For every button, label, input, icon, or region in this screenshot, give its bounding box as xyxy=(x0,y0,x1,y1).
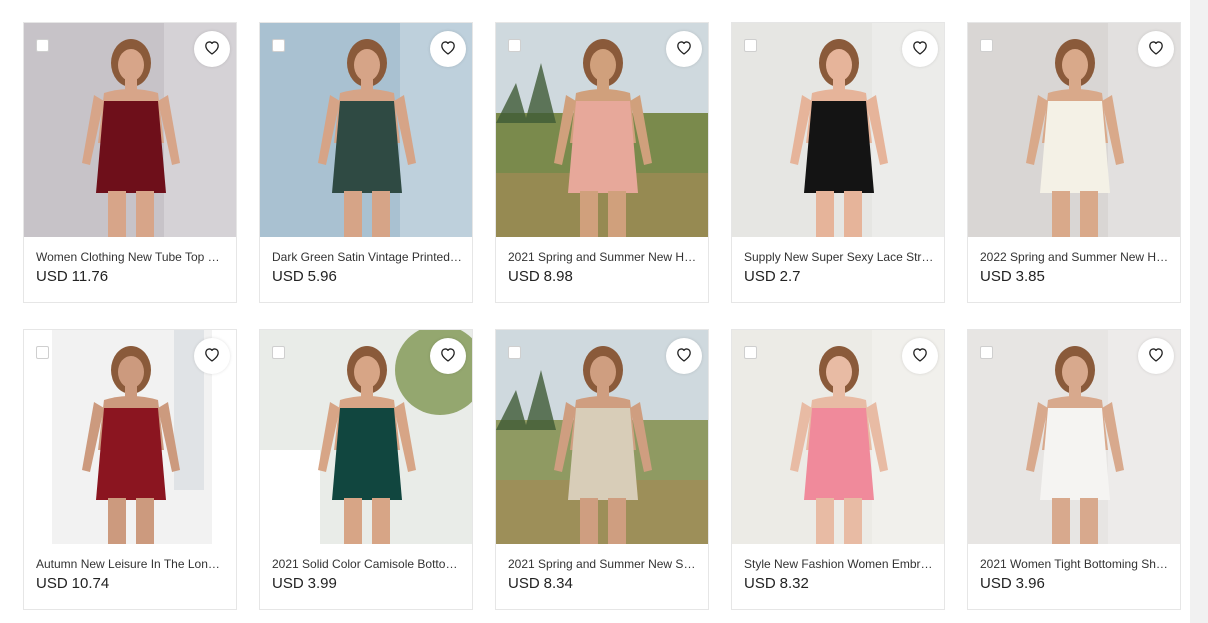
page-scrollbar[interactable] xyxy=(1190,0,1208,623)
product-info: Dark Green Satin Vintage Printed Slip Dr… xyxy=(272,247,462,287)
select-checkbox[interactable] xyxy=(272,39,285,52)
price-value: 5.96 xyxy=(307,268,337,285)
price-value: 2.7 xyxy=(779,268,801,285)
price-currency: USD xyxy=(508,575,540,592)
product-price: USD 8.98 xyxy=(508,267,698,287)
product-info: Style New Fashion Women Embroidered Ling… xyxy=(744,554,934,594)
price-value: 3.99 xyxy=(307,575,337,592)
select-checkbox[interactable] xyxy=(508,39,521,52)
product-card[interactable]: 2022 Spring and Summer New Hot Off Shoul… xyxy=(967,22,1181,303)
price-currency: USD xyxy=(744,268,776,285)
select-checkbox[interactable] xyxy=(508,346,521,359)
price-currency: USD xyxy=(508,268,540,285)
price-currency: USD xyxy=(980,575,1012,592)
product-price: USD 3.99 xyxy=(272,574,462,594)
product-info: Women Clothing New Tube Top Mesh Slim Mi… xyxy=(36,247,226,287)
select-checkbox[interactable] xyxy=(36,39,49,52)
product-card[interactable]: 2021 Spring and Summer New High Waist Ma… xyxy=(495,22,709,303)
favorite-button[interactable] xyxy=(902,31,938,67)
select-checkbox[interactable] xyxy=(744,346,757,359)
product-card[interactable]: Women Clothing New Tube Top Mesh Slim Mi… xyxy=(23,22,237,303)
price-value: 8.98 xyxy=(543,268,573,285)
product-name[interactable]: 2022 Spring and Summer New Hot Off Shoul… xyxy=(980,247,1170,267)
select-checkbox[interactable] xyxy=(980,39,993,52)
product-grid: Women Clothing New Tube Top Mesh Slim Mi… xyxy=(0,0,1190,623)
product-info: Autumn New Leisure In The Long Sleeve Pl… xyxy=(36,554,226,594)
product-name[interactable]: Supply New Super Sexy Lace Strap Lingeri… xyxy=(744,247,934,267)
price-value: 8.34 xyxy=(543,575,573,592)
heart-icon xyxy=(203,39,221,60)
favorite-button[interactable] xyxy=(1138,338,1174,374)
heart-icon xyxy=(911,39,929,60)
product-price: USD 11.76 xyxy=(36,267,226,287)
favorite-button[interactable] xyxy=(194,31,230,67)
select-checkbox[interactable] xyxy=(744,39,757,52)
heart-icon xyxy=(1147,346,1165,367)
heart-icon xyxy=(1147,39,1165,60)
price-currency: USD xyxy=(744,575,776,592)
heart-icon xyxy=(675,39,693,60)
product-price: USD 5.96 xyxy=(272,267,462,287)
product-card[interactable]: Style New Fashion Women Embroidered Ling… xyxy=(731,329,945,610)
heart-icon xyxy=(439,39,457,60)
product-card[interactable]: 2021 Spring and Summer New Solid Jumpsui… xyxy=(495,329,709,610)
price-currency: USD xyxy=(36,268,68,285)
product-card[interactable]: Dark Green Satin Vintage Printed Slip Dr… xyxy=(259,22,473,303)
heart-icon xyxy=(203,346,221,367)
product-card[interactable]: Autumn New Leisure In The Long Sleeve Pl… xyxy=(23,329,237,610)
product-info: Supply New Super Sexy Lace Strap Lingeri… xyxy=(744,247,934,287)
product-price: USD 3.85 xyxy=(980,267,1170,287)
select-checkbox[interactable] xyxy=(980,346,993,359)
select-checkbox[interactable] xyxy=(36,346,49,359)
product-name[interactable]: Autumn New Leisure In The Long Sleeve Pl… xyxy=(36,554,226,574)
price-value: 8.32 xyxy=(779,575,809,592)
product-price: USD 8.34 xyxy=(508,574,698,594)
price-value: 3.96 xyxy=(1015,575,1045,592)
product-info: 2021 Spring and Summer New High Waist Ma… xyxy=(508,247,698,287)
product-info: 2022 Spring and Summer New Hot Off Shoul… xyxy=(980,247,1170,287)
product-name[interactable]: 2021 Spring and Summer New High Waist Ma… xyxy=(508,247,698,267)
favorite-button[interactable] xyxy=(1138,31,1174,67)
product-price: USD 2.7 xyxy=(744,267,934,287)
price-value: 10.74 xyxy=(71,575,110,592)
price-value: 11.76 xyxy=(71,268,109,285)
heart-icon xyxy=(439,346,457,367)
favorite-button[interactable] xyxy=(666,338,702,374)
price-currency: USD xyxy=(36,575,68,592)
product-name[interactable]: 2021 Spring and Summer New Solid Jumpsui… xyxy=(508,554,698,574)
price-currency: USD xyxy=(980,268,1012,285)
product-price: USD 8.32 xyxy=(744,574,934,594)
product-info: 2021 Women Tight Bottoming Shirt Bodysui… xyxy=(980,554,1170,594)
product-price: USD 10.74 xyxy=(36,574,226,594)
favorite-button[interactable] xyxy=(430,31,466,67)
product-name[interactable]: Dark Green Satin Vintage Printed Slip Dr… xyxy=(272,247,462,267)
price-currency: USD xyxy=(272,575,304,592)
product-info: 2021 Spring and Summer New Solid Jumpsui… xyxy=(508,554,698,594)
product-name[interactable]: Style New Fashion Women Embroidered Ling… xyxy=(744,554,934,574)
product-card[interactable]: 2021 Solid Color Camisole Bottoming Top … xyxy=(259,329,473,610)
product-name[interactable]: 2021 Solid Color Camisole Bottoming Top xyxy=(272,554,462,574)
price-currency: USD xyxy=(272,268,304,285)
favorite-button[interactable] xyxy=(902,338,938,374)
product-name[interactable]: Women Clothing New Tube Top Mesh Slim Mi… xyxy=(36,247,226,267)
heart-icon xyxy=(675,346,693,367)
product-card[interactable]: Supply New Super Sexy Lace Strap Lingeri… xyxy=(731,22,945,303)
select-checkbox[interactable] xyxy=(272,346,285,359)
product-name[interactable]: 2021 Women Tight Bottoming Shirt Bodysui… xyxy=(980,554,1170,574)
product-price: USD 3.96 xyxy=(980,574,1170,594)
favorite-button[interactable] xyxy=(194,338,230,374)
product-card[interactable]: 2021 Women Tight Bottoming Shirt Bodysui… xyxy=(967,329,1181,610)
favorite-button[interactable] xyxy=(430,338,466,374)
favorite-button[interactable] xyxy=(666,31,702,67)
price-value: 3.85 xyxy=(1015,268,1045,285)
product-info: 2021 Solid Color Camisole Bottoming Top … xyxy=(272,554,462,594)
heart-icon xyxy=(911,346,929,367)
